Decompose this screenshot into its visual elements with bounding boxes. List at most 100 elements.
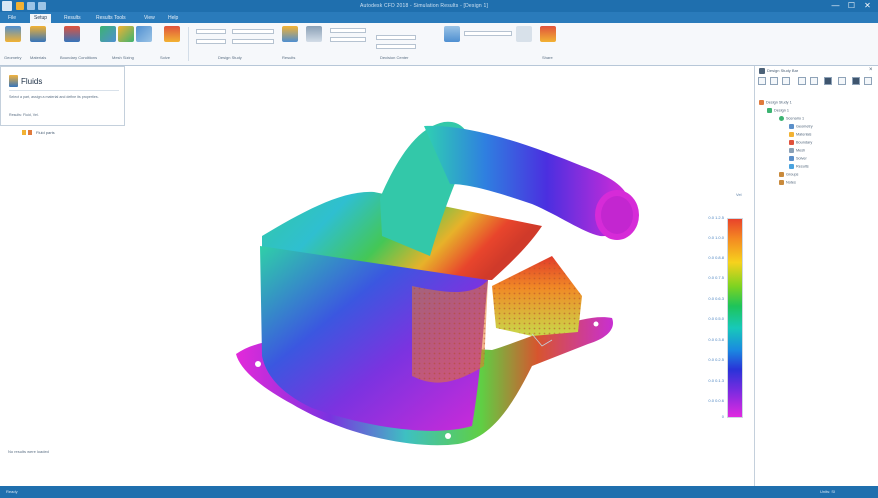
decision-field-1[interactable] [376,35,416,40]
plane-icon[interactable] [444,26,460,42]
maximize-button[interactable]: ☐ [844,1,859,11]
app-logo-icon[interactable] [2,1,12,11]
view-toggle-icon[interactable] [824,77,832,85]
undo-icon[interactable] [27,2,35,10]
status-bar: Ready Units: SI [0,486,878,498]
fluid-parts-label: Fluid parts [36,130,55,135]
scale-tick: 0.0 0.2.5 [708,357,724,362]
results-quantity-field[interactable] [330,37,366,42]
collapse-icon[interactable] [770,77,778,85]
settings-icon[interactable] [516,26,532,42]
scale-title: Vel [736,192,742,197]
tree-item-solver[interactable]: Solver [789,156,807,162]
plane-field[interactable] [464,31,512,36]
tab-help[interactable]: Help [164,14,182,23]
status-units: Units: SI [820,489,836,494]
boundary-conditions-icon[interactable] [64,26,80,42]
filter-icon[interactable] [782,77,790,85]
panel-close-icon[interactable]: × [869,67,873,73]
scale-tick: 0.0 0.1.3 [708,378,724,383]
redo-icon[interactable] [38,2,46,10]
scale-tick: 0.0 1.2.5 [708,215,724,220]
group-label-geometry: Geometry [4,55,22,60]
design-study-icon [759,100,764,105]
scale-tick: 0.0 0.7.5 [708,275,724,280]
status-left: Ready [6,489,18,494]
mesh-auto-icon[interactable] [118,26,134,42]
expand-icon[interactable] [758,77,766,85]
tab-file[interactable]: File [4,14,20,23]
materials-icon [789,132,794,137]
tree-item-scenario[interactable]: Scenario 1 [779,116,804,122]
tab-results-tools[interactable]: Results Tools [92,14,130,23]
fluids-panel: Fluids Select a part, assign a material … [0,66,125,126]
design-study-bar: Design Study Bar × Design Study 1 Design… [754,66,878,486]
tree-item-groups[interactable]: Groups [779,172,798,178]
mesh-icon [789,148,794,153]
tree-item-notes[interactable]: Notes [779,180,796,186]
tab-results[interactable]: Results [60,14,85,23]
tree-item-geometry[interactable]: Geometry [789,124,813,130]
flange-hole [445,433,451,439]
lock-icon[interactable] [852,77,860,85]
save-icon[interactable] [16,2,24,10]
results-select-field[interactable] [330,28,366,33]
group-label-decision: Decision Center [380,55,409,60]
results-compare-icon[interactable] [306,26,322,42]
part-color-icon [28,130,32,135]
iteration-field[interactable] [232,39,274,44]
ribbon-tab-bar: File Setup Results Results Tools View He… [0,12,878,23]
materials-icon[interactable] [30,26,46,42]
list-icon[interactable] [798,77,806,85]
flange-hole [593,321,599,327]
tree-item-mesh[interactable]: Mesh [789,148,805,154]
tab-setup[interactable]: Setup [30,14,52,23]
results-icon[interactable] [282,26,298,42]
status-message: No results were loaded [8,449,49,454]
right-wall-mesh [492,256,582,336]
panel-divider [9,90,119,91]
design-study-title: Design Study Bar [767,68,799,73]
scenario-field[interactable] [232,29,274,34]
close-button[interactable]: ✕ [860,1,875,11]
scale-tick: 0.0 0.3.8 [708,337,724,342]
fluids-panel-title: Fluids [21,77,43,86]
scenario-icon [779,116,784,121]
color-scale-bar [727,218,743,418]
help-icon[interactable] [864,77,872,85]
solve-icon[interactable] [164,26,180,42]
tree-item-materials[interactable]: Materials [789,132,811,138]
geometry-icon[interactable] [5,26,21,42]
group-label-mesh: Mesh Sizing [112,55,134,60]
tree-item-design[interactable]: Design 1 [767,108,789,114]
viewport-3d[interactable] [112,66,754,486]
share-icon[interactable] [540,26,556,42]
minimize-button[interactable]: — [828,1,843,11]
tab-view[interactable]: View [140,14,159,23]
design-field[interactable] [196,39,226,44]
fluid-icon [9,75,18,87]
boundary-icon [789,140,794,145]
front-wall-mesh [412,280,488,383]
flange-hole [255,361,261,367]
design-icon [767,108,772,113]
design-study-field[interactable] [196,29,226,34]
solver-icon [789,156,794,161]
grid-icon[interactable] [810,77,818,85]
part-color-icon [22,130,26,135]
tree-item-design-study[interactable]: Design Study 1 [759,100,792,106]
mesh-sizing-icon[interactable] [100,26,116,42]
tree-item-boundary[interactable]: Boundary [789,140,812,146]
scale-tick: 0.0 0.0.6 [708,398,724,403]
mesh-refine-icon[interactable] [136,26,152,42]
decision-field-2[interactable] [376,44,416,49]
geometry-icon [789,124,794,129]
group-label-solve: Solve [160,55,171,60]
settings-icon[interactable] [838,77,846,85]
group-label-boundary: Boundary Conditions [60,55,98,60]
groups-icon [779,172,784,177]
group-label-design-study: Design Study [218,55,242,60]
fluids-panel-meta: Results: Fluid, Vel. [9,113,39,117]
tree-item-results[interactable]: Results [789,164,809,170]
tree-toolbar [758,77,876,86]
